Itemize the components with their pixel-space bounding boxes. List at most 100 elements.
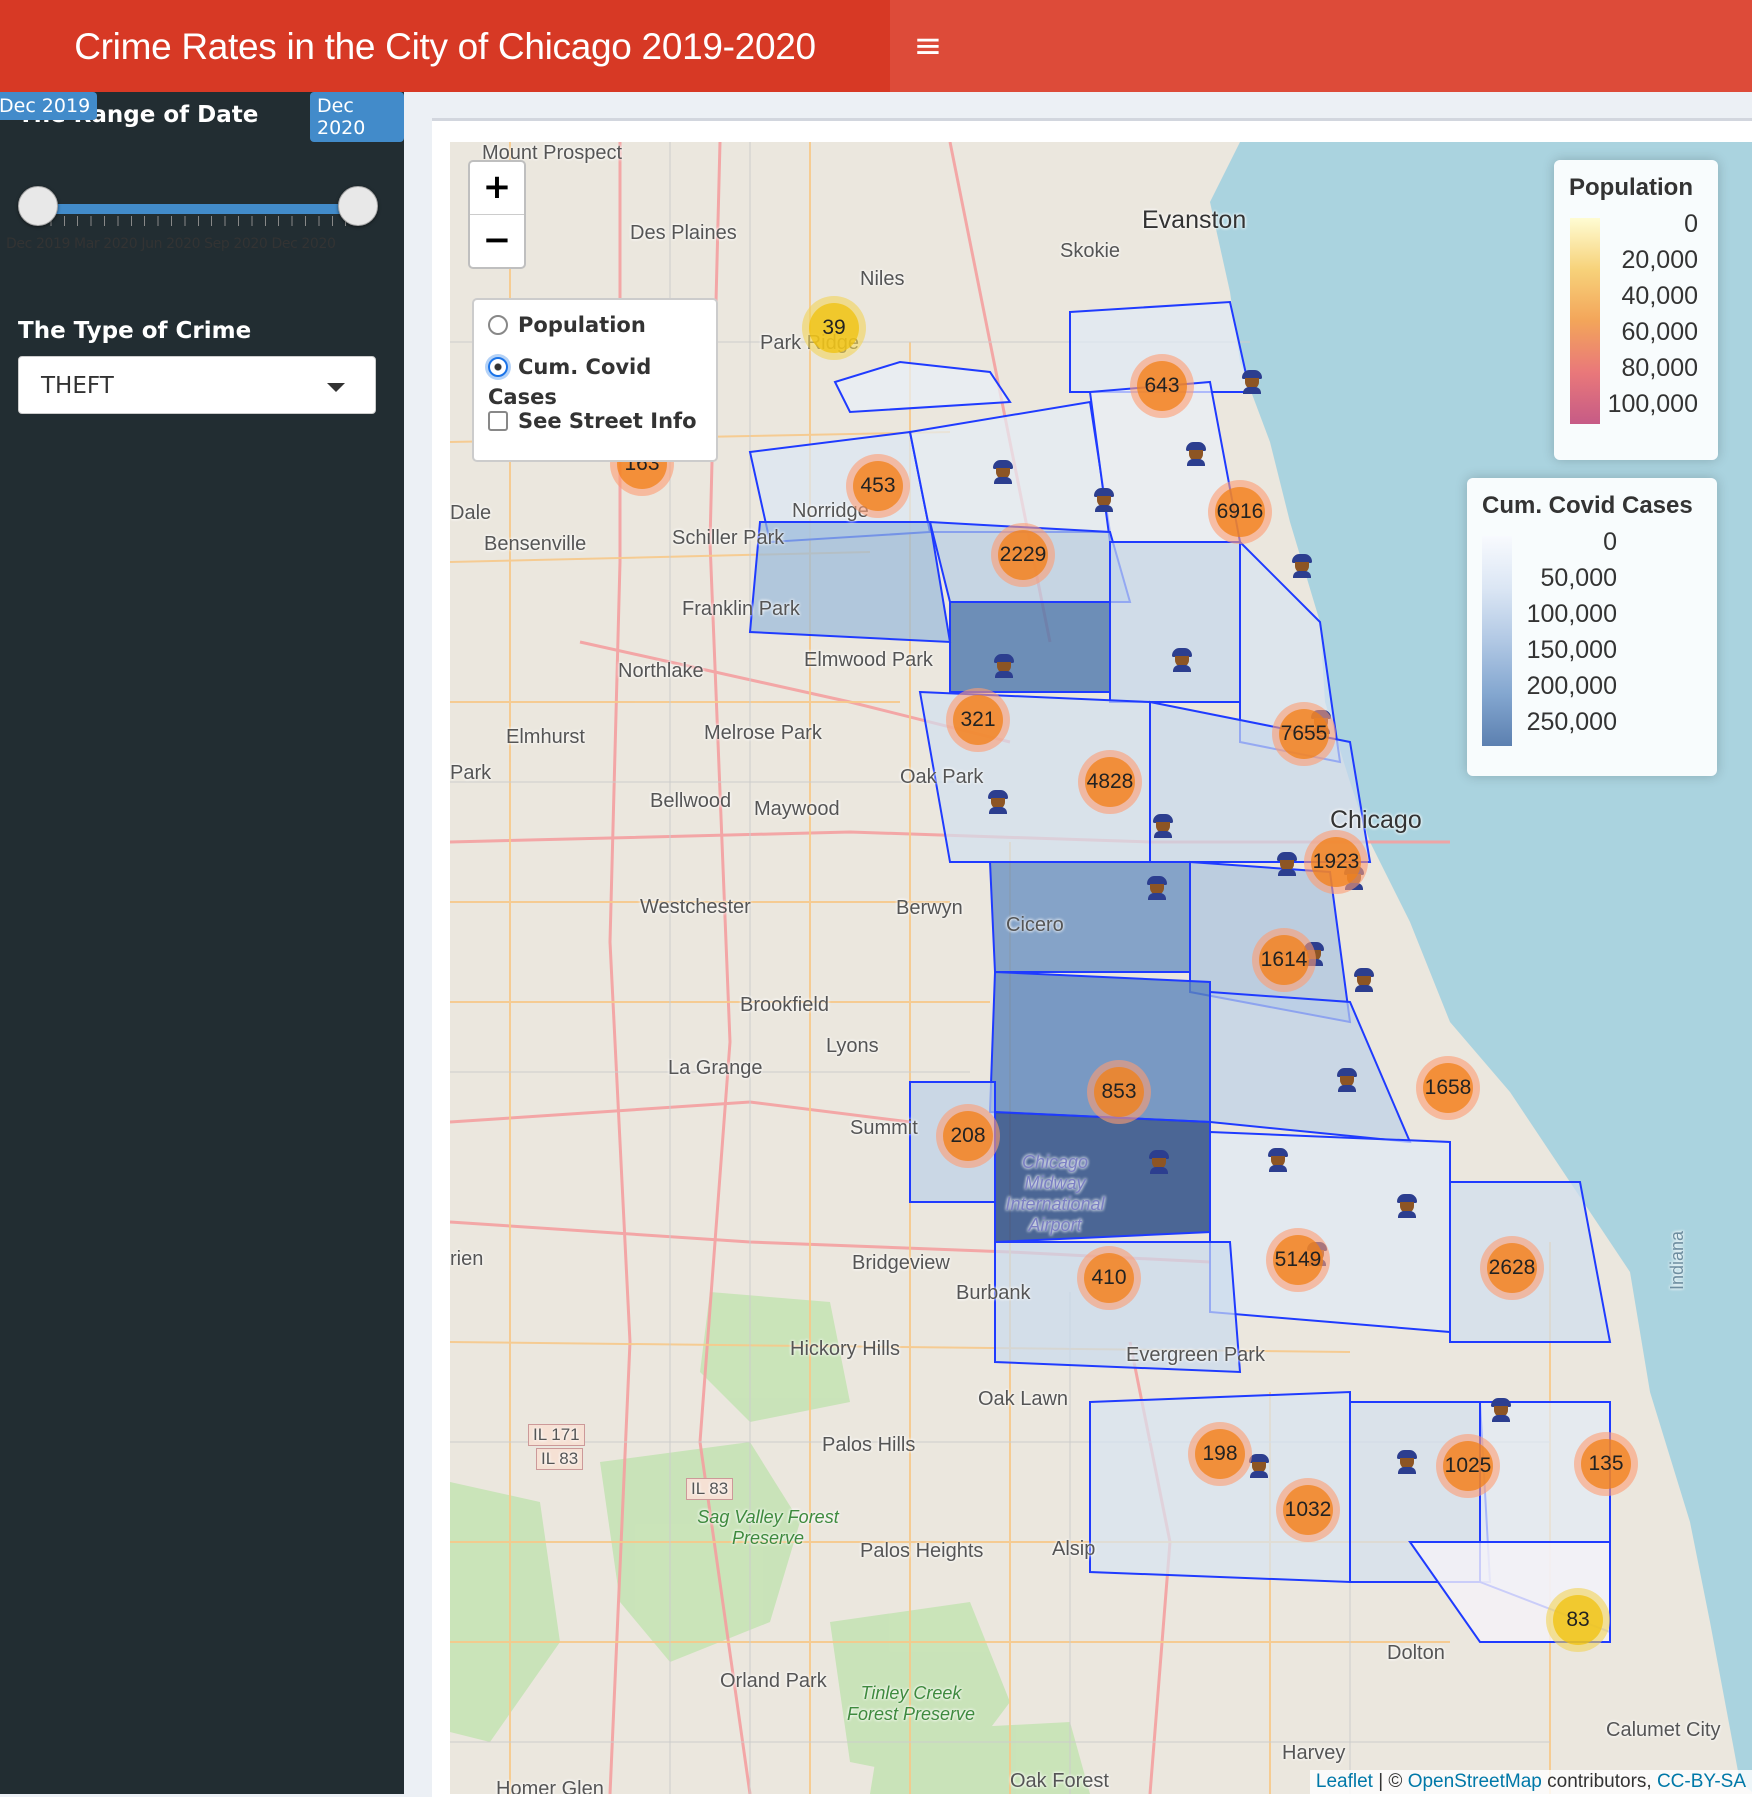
police-marker-icon[interactable] (1185, 442, 1207, 466)
date-range-slider[interactable]: Dec 2019 Dec 2020 Dec 2019 Mar 2020 Jun … (0, 0, 404, 252)
police-marker-icon[interactable] (1353, 968, 1375, 992)
slider-handle-from[interactable] (18, 186, 58, 226)
cluster-marker[interactable]: 208 (936, 1104, 1000, 1168)
place-label-northlake: Northlake (618, 660, 704, 682)
place-label-oak-park: Oak Park (900, 766, 984, 788)
cluster-marker[interactable]: 198 (1188, 1422, 1252, 1486)
leaflet-link[interactable]: Leaflet (1316, 1771, 1373, 1792)
layer-option-population[interactable]: Population (488, 310, 646, 340)
license-link[interactable]: CC-BY-SA (1657, 1771, 1746, 1792)
slider-handle-to[interactable] (338, 186, 378, 226)
cluster-marker[interactable]: 6916 (1208, 480, 1272, 544)
legend-population-colorbar (1570, 218, 1600, 424)
place-label-dolton: Dolton (1387, 1642, 1445, 1664)
layer-option-street[interactable]: See Street Info (488, 406, 697, 436)
place-label-oak-forest: Oak Forest (1010, 1770, 1109, 1792)
legend-population-tick: 60,000 (1621, 318, 1698, 346)
place-label-skokie: Skokie (1060, 240, 1121, 262)
osm-link[interactable]: OpenStreetMap (1408, 1771, 1542, 1792)
route-shield-il171: IL 171 (528, 1424, 585, 1446)
place-label-park: Park (450, 762, 492, 784)
police-marker-icon[interactable] (987, 790, 1009, 814)
cluster-marker[interactable]: 7655 (1272, 702, 1336, 766)
crime-type-label: The Type of Crime (18, 318, 252, 344)
place-label-evergreen-park: Evergreen Park (1126, 1344, 1265, 1366)
place-label-palos-hills: Palos Hills (822, 1434, 916, 1456)
place-label-berwyn: Berwyn (896, 897, 963, 919)
police-marker-icon[interactable] (1093, 488, 1115, 512)
legend-covid-colorbar (1482, 536, 1512, 746)
place-label-des-plaines: Des Plaines (630, 222, 737, 244)
place-label-bensenville: Bensenville (484, 533, 587, 555)
legend-population-tick: 20,000 (1621, 246, 1698, 274)
police-marker-icon[interactable] (1276, 852, 1298, 876)
police-marker-icon[interactable] (1396, 1450, 1418, 1474)
place-label-summit: Summit (850, 1117, 918, 1139)
radio-selected-icon[interactable] (488, 357, 508, 377)
police-marker-icon[interactable] (1291, 554, 1313, 578)
police-marker-icon[interactable] (1171, 648, 1193, 672)
place-label-harvey: Harvey (1282, 1742, 1346, 1764)
place-label-la-grange: La Grange (668, 1057, 763, 1079)
police-marker-icon[interactable] (1241, 370, 1263, 394)
cluster-marker[interactable]: 410 (1077, 1246, 1141, 1310)
hamburger-menu-icon[interactable]: ≡ (890, 0, 966, 92)
sidebar: The Range of Date Dec 2019 Dec 2020 Dec … (0, 92, 404, 1794)
police-marker-icon[interactable] (1336, 1068, 1358, 1092)
slider-track[interactable] (37, 204, 359, 214)
cluster-marker[interactable]: 643 (1130, 354, 1194, 418)
leaflet-map[interactable]: Mount Prospect Evanston Skokie Des Plain… (450, 142, 1752, 1794)
legend-population-tick: 100,000 (1607, 390, 1698, 418)
cluster-marker[interactable]: 1658 (1416, 1056, 1480, 1120)
place-label-cicero: Cicero (1006, 914, 1064, 936)
police-marker-icon[interactable] (1490, 1398, 1512, 1422)
police-marker-icon[interactable] (1148, 1150, 1170, 1174)
route-shield-il83: IL 83 (536, 1448, 584, 1470)
place-label-westchester: Westchester (640, 896, 751, 918)
place-label-schiller-park: Schiller Park (672, 527, 785, 549)
police-marker-icon[interactable] (1152, 814, 1174, 838)
cluster-marker[interactable]: 453 (846, 454, 910, 518)
police-marker-icon[interactable] (993, 654, 1015, 678)
chevron-down-icon (327, 383, 345, 392)
zoom-in-button[interactable]: + (470, 162, 524, 214)
cluster-marker[interactable]: 853 (1087, 1060, 1151, 1124)
zoom-out-button[interactable]: − (470, 214, 524, 267)
crime-type-select[interactable]: THEFT (18, 356, 376, 414)
legend-population-title: Population (1569, 174, 1693, 201)
legend-covid-tick: 0 (1603, 528, 1617, 556)
cluster-marker[interactable]: 1614 (1252, 928, 1316, 992)
place-label-niles: Niles (860, 268, 905, 290)
place-label-rien: rien (450, 1248, 484, 1270)
place-label-bellwood: Bellwood (650, 790, 732, 812)
crime-type-value: THEFT (41, 373, 114, 399)
place-label-midway: Chicago Midway International Airport (1005, 1152, 1105, 1235)
legend-covid-tick: 150,000 (1526, 636, 1617, 664)
cluster-marker[interactable]: 4828 (1078, 750, 1142, 814)
cluster-marker[interactable]: 321 (946, 688, 1010, 752)
police-marker-icon[interactable] (1267, 1148, 1289, 1172)
cluster-marker[interactable]: 2229 (991, 523, 1055, 587)
cluster-marker[interactable]: 39 (802, 296, 866, 360)
legend-population-tick: 80,000 (1621, 354, 1698, 382)
place-label-palos-heights: Palos Heights (860, 1540, 984, 1562)
cluster-marker[interactable]: 1923 (1304, 830, 1368, 894)
slider-tick-labels: Dec 2019 Mar 2020 Jun 2020 Sep 2020 Dec … (6, 236, 336, 252)
cluster-marker[interactable]: 5149 (1266, 1228, 1330, 1292)
police-marker-icon[interactable] (1146, 876, 1168, 900)
checkbox-icon[interactable] (488, 411, 508, 431)
place-label-brookfield: Brookfield (740, 994, 829, 1016)
cluster-marker[interactable]: 1032 (1276, 1478, 1340, 1542)
cluster-marker[interactable]: 1025 (1436, 1434, 1500, 1498)
cluster-marker[interactable]: 2628 (1480, 1236, 1544, 1300)
layer-option-covid[interactable]: Cum. Covid Cases (488, 352, 716, 409)
place-label-franklin-park: Franklin Park (682, 598, 800, 620)
legend-covid-tick: 100,000 (1526, 600, 1617, 628)
place-label-tinley-creek: Tinley Creek Forest Preserve (846, 1683, 976, 1724)
police-marker-icon[interactable] (992, 460, 1014, 484)
cluster-marker[interactable]: 135 (1574, 1432, 1638, 1496)
police-marker-icon[interactable] (1396, 1194, 1418, 1218)
cluster-marker[interactable]: 83 (1546, 1588, 1610, 1652)
legend-covid-tick: 250,000 (1526, 708, 1617, 736)
radio-icon[interactable] (488, 315, 508, 335)
